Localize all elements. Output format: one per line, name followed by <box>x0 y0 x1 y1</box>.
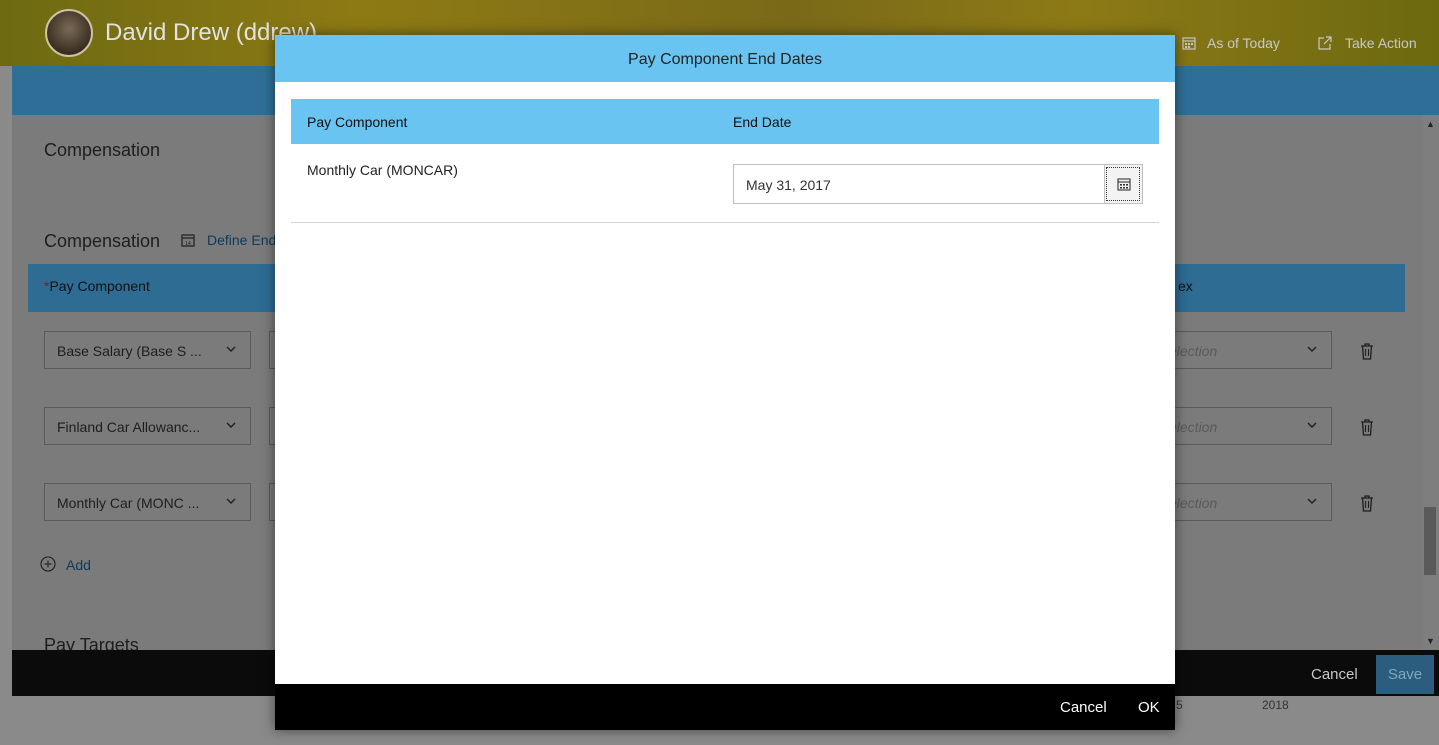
save-button[interactable]: Save <box>1376 655 1434 694</box>
scroll-up-icon[interactable]: ▲ <box>1426 119 1435 129</box>
end-date-value: May 31, 2017 <box>746 177 831 193</box>
selection-select[interactable]: election <box>1162 483 1332 521</box>
section-title-compensation: Compensation <box>44 140 161 160</box>
row-divider <box>291 222 1159 223</box>
add-circle-icon <box>40 556 56 572</box>
avatar[interactable] <box>45 9 93 57</box>
column-header-pay-component-label: Pay Component <box>49 278 150 294</box>
dialog-ok-button[interactable]: OK <box>1138 699 1160 716</box>
svg-text:14: 14 <box>185 241 191 247</box>
cancel-button[interactable]: Cancel <box>1311 666 1358 683</box>
section-title-compensation-table: Compensation <box>44 231 161 251</box>
selection-select[interactable]: election <box>1162 407 1332 445</box>
dialog-table-header: Pay Component End Date <box>291 99 1159 144</box>
section-title-pay-targets: Pay Targets <box>44 635 139 650</box>
date-picker-button[interactable] <box>1104 165 1142 203</box>
selection-placeholder: election <box>1169 419 1218 435</box>
pay-component-select[interactable]: Finland Car Allowanc... <box>44 407 251 445</box>
chevron-down-icon <box>1307 498 1317 504</box>
pay-component-select[interactable]: Base Salary (Base S ... <box>44 331 251 369</box>
chevron-down-icon <box>226 346 236 352</box>
calendar-14-icon: 14 <box>181 234 195 247</box>
dialog-footer: Cancel OK <box>275 684 1175 730</box>
as-of-today-button[interactable]: As of Today <box>1207 35 1280 51</box>
selection-placeholder: election <box>1169 495 1218 511</box>
pay-component-select-value: Base Salary (Base S ... <box>57 343 202 359</box>
pay-component-name: Monthly Car (MONCAR) <box>307 162 458 178</box>
column-header-pay-component: Pay Component <box>307 114 408 130</box>
column-header-ex: ex <box>1178 278 1193 294</box>
chevron-down-icon <box>1307 346 1317 352</box>
pay-component-end-dates-dialog: Pay Component End Dates Pay Component En… <box>275 35 1175 730</box>
year-label: 2018 <box>1262 698 1289 712</box>
chevron-down-icon <box>1307 422 1317 428</box>
dialog-cancel-button[interactable]: Cancel <box>1060 699 1107 716</box>
scrollbar-thumb[interactable] <box>1424 507 1436 575</box>
year-label: 5 <box>1176 698 1183 712</box>
add-button[interactable]: Add <box>66 557 91 573</box>
take-action-button[interactable]: Take Action <box>1345 35 1417 51</box>
scroll-down-icon[interactable]: ▼ <box>1426 636 1435 646</box>
pay-component-select[interactable]: Monthly Car (MONC ... <box>44 483 251 521</box>
end-date-field[interactable]: May 31, 2017 <box>733 164 1143 204</box>
chevron-down-icon <box>226 422 236 428</box>
define-end-dates-link[interactable]: Define End <box>207 232 276 248</box>
selection-placeholder: election <box>1169 343 1218 359</box>
dialog-title: Pay Component End Dates <box>628 51 822 68</box>
column-header-end-date: End Date <box>733 114 792 130</box>
trash-icon[interactable] <box>1359 418 1375 436</box>
calendar-icon <box>1117 178 1131 191</box>
external-link-icon <box>1318 36 1332 50</box>
selection-select[interactable]: election <box>1162 331 1332 369</box>
pay-component-select-value: Finland Car Allowanc... <box>57 419 201 435</box>
trash-icon[interactable] <box>1359 494 1375 512</box>
chevron-down-icon <box>226 498 236 504</box>
trash-icon[interactable] <box>1359 342 1375 360</box>
pay-component-select-value: Monthly Car (MONC ... <box>57 495 200 511</box>
dialog-header: Pay Component End Dates <box>275 35 1175 82</box>
calendar-icon <box>1182 37 1196 50</box>
column-header-pay-component: *Pay Component <box>44 278 150 294</box>
